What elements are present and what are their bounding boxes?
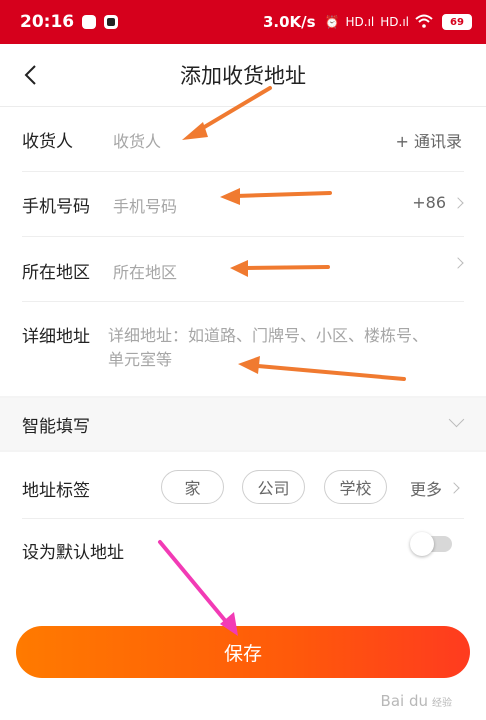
region-picker[interactable] [446, 257, 464, 269]
page-header: 添加收货地址 [0, 44, 486, 106]
detail-input-line1[interactable]: 详细地址：如道路、门牌号、小区、楼栋号、 [108, 322, 428, 346]
recipient-label: 收货人 [22, 132, 73, 152]
address-options: 地址标签 家 公司 学校 更多 设为默认地址 [0, 452, 486, 594]
address-form: 收货人 收货人 + 通讯录 手机号码 手机号码 +86 所在地区 所在地区 详细… [0, 106, 486, 396]
bottom-bar: 保存 Bai du 经验 [0, 594, 486, 720]
chevron-right-icon [452, 196, 464, 209]
tag-school[interactable]: 学校 [324, 470, 387, 504]
status-bar: 20:16 3.0K/s ⏰ HD.ıl HD.ıl 69 [0, 0, 486, 44]
contacts-button[interactable]: + 通讯录 [396, 128, 463, 152]
country-code-selector[interactable]: +86 [412, 193, 464, 212]
detail-row[interactable]: 详细地址 详细地址：如道路、门牌号、小区、楼栋号、 单元室等 [0, 302, 486, 397]
region-input[interactable]: 所在地区 [113, 259, 177, 283]
chevron-right-icon [452, 257, 464, 269]
recipient-row[interactable]: 收货人 收货人 + 通讯录 [0, 107, 486, 171]
network-speed: 3.0K/s [262, 13, 316, 31]
battery-icon: 69 [442, 14, 472, 30]
watermark: Bai du 经验 [381, 692, 452, 710]
save-button[interactable]: 保存 [16, 626, 470, 678]
phone-label: 手机号码 [22, 197, 90, 217]
more-tags-label: 更多 [410, 480, 443, 499]
chevron-left-icon [24, 65, 36, 85]
phone-input[interactable]: 手机号码 [113, 193, 177, 217]
address-tag-label: 地址标签 [22, 481, 90, 501]
default-address-toggle[interactable] [410, 532, 452, 556]
alarm-icon: ⏰ [324, 15, 340, 29]
detail-input-line2[interactable]: 单元室等 [108, 346, 172, 370]
more-tags-button[interactable]: 更多 [410, 476, 460, 500]
chevron-down-icon [448, 411, 465, 428]
status-time: 20:16 [20, 12, 75, 32]
default-address-label: 设为默认地址 [22, 543, 124, 563]
watermark-text: Bai du [380, 692, 428, 710]
country-code: +86 [412, 193, 446, 212]
back-button[interactable] [18, 60, 42, 90]
region-label: 所在地区 [22, 263, 90, 283]
wifi-icon [415, 14, 433, 31]
smart-fill-row[interactable]: 智能填写 [0, 398, 486, 450]
divider [22, 518, 464, 519]
toggle-knob [410, 532, 434, 556]
tag-company[interactable]: 公司 [242, 470, 305, 504]
smart-fill-label: 智能填写 [22, 417, 90, 437]
page-title: 添加收货地址 [180, 64, 306, 88]
chevron-right-icon [448, 482, 460, 494]
watermark-sub: 经验 [432, 698, 452, 709]
recipient-input[interactable]: 收货人 [113, 128, 161, 152]
region-row[interactable]: 所在地区 所在地区 [0, 237, 486, 301]
tag-home[interactable]: 家 [161, 470, 224, 504]
detail-label: 详细地址 [22, 327, 90, 347]
notification-app-icon-2 [104, 15, 119, 29]
notification-app-icon [82, 15, 97, 29]
signal-icon-1: HD.ıl [345, 15, 375, 29]
phone-row[interactable]: 手机号码 手机号码 +86 [0, 172, 486, 236]
signal-icon-2: HD.ıl [380, 15, 409, 29]
